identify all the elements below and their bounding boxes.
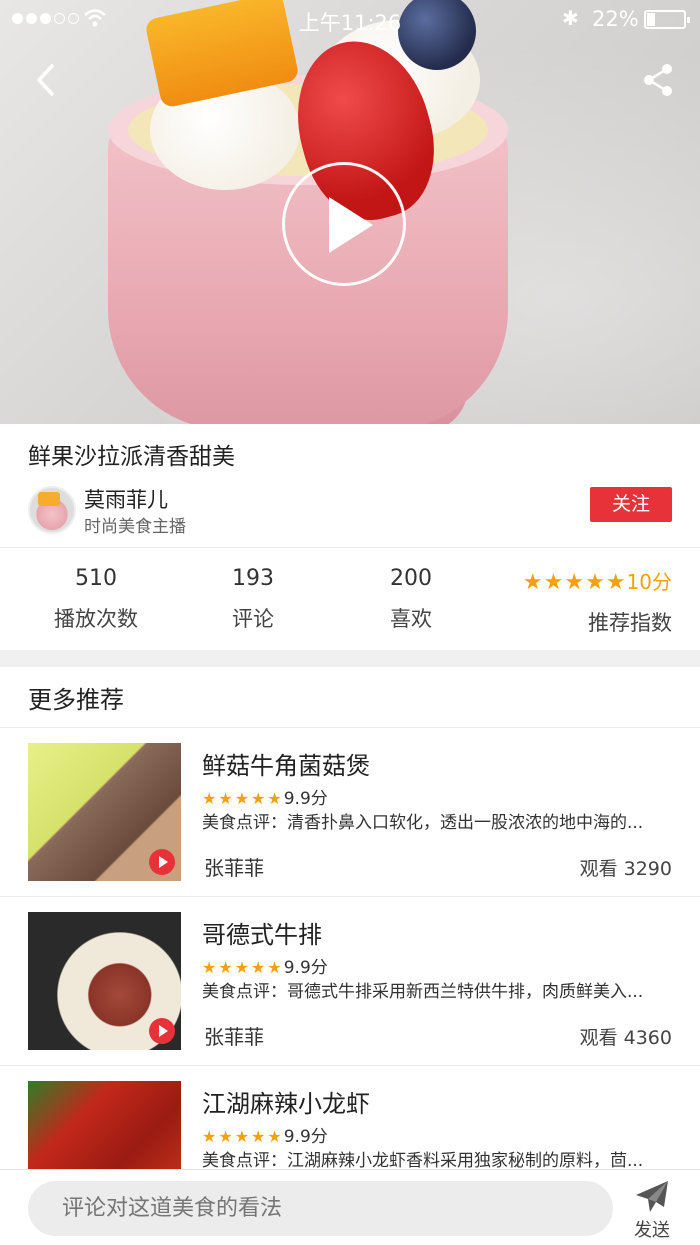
- recipe-rating: ★★★★★9.9分: [202, 958, 328, 978]
- author-name[interactable]: 莫雨菲儿: [84, 484, 168, 514]
- recipe-name: 江湖麻辣小龙虾: [202, 1090, 370, 1118]
- paper-plane-icon: [636, 1181, 668, 1212]
- stat-label: 评论: [232, 607, 274, 631]
- stat-plays: 510 播放次数: [52, 566, 140, 633]
- video-title: 鲜果沙拉派清香甜美: [28, 444, 235, 470]
- recommend-card[interactable]: 哥德式牛排 ★★★★★9.9分 美食点评：哥德式牛排采用新西兰特供牛排，肉质鲜美…: [0, 897, 700, 1066]
- recipe-desc: 美食点评：江湖麻辣小龙虾香料采用独家秘制的原料，茴...: [202, 1151, 644, 1171]
- avatar[interactable]: [28, 486, 76, 534]
- recipe-views: 观看 4360: [579, 1027, 672, 1049]
- rating-stars-icon: ★★★★★: [202, 1127, 284, 1146]
- stat-likes[interactable]: 200 喜欢: [380, 566, 442, 633]
- stat-label: 播放次数: [54, 607, 138, 631]
- recipe-views: 观看 3290: [579, 858, 672, 880]
- play-icon: [149, 1018, 175, 1044]
- rating-stars-icon: ★★★★★: [202, 958, 284, 977]
- recipe-rating: ★★★★★9.9分: [202, 1127, 328, 1147]
- recommend-card[interactable]: 鲜菇牛角菌菇煲 ★★★★★9.9分 美食点评：清香扑鼻入口软化，透出一股浓浓的地…: [0, 728, 700, 897]
- recommend-score: 10分: [626, 570, 672, 594]
- recipe-author: 张菲菲: [204, 1025, 264, 1049]
- follow-button[interactable]: 关注: [590, 487, 672, 522]
- rating-stars-icon: ★★★★★: [202, 789, 284, 808]
- bluetooth-icon: ✱: [562, 6, 579, 30]
- recipe-name: 鲜菇牛角菌菇煲: [202, 752, 370, 780]
- video-player[interactable]: [0, 0, 700, 424]
- stat-label: 推荐指数: [588, 611, 672, 635]
- send-label: 发送: [634, 1220, 670, 1241]
- rating-stars-icon: ★★★★★: [522, 570, 627, 595]
- status-bar: 上午11:26 ✱ 22%: [0, 0, 700, 38]
- play-icon: [149, 849, 175, 875]
- stat-value: 510: [75, 566, 117, 591]
- back-icon[interactable]: [32, 62, 62, 98]
- battery-percent: 22%: [592, 7, 639, 31]
- recipe-thumbnail[interactable]: [28, 912, 181, 1050]
- author-role: 时尚美食主播: [84, 517, 186, 537]
- comment-input[interactable]: [28, 1181, 613, 1236]
- recipe-rating: ★★★★★9.9分: [202, 789, 328, 809]
- recipe-author: 张菲菲: [204, 856, 264, 880]
- section-gap: [0, 650, 700, 667]
- play-button[interactable]: [282, 162, 406, 286]
- divider: [0, 547, 700, 548]
- recipe-name: 哥德式牛排: [202, 921, 322, 949]
- stat-value: 193: [232, 566, 274, 591]
- recipe-thumbnail[interactable]: [28, 743, 181, 881]
- section-title: 更多推荐: [28, 686, 124, 714]
- comment-bar: 发送: [0, 1169, 700, 1245]
- send-button[interactable]: 发送: [628, 1178, 676, 1242]
- battery-icon: [644, 10, 690, 29]
- stat-label: 喜欢: [390, 607, 432, 631]
- recipe-desc: 美食点评：清香扑鼻入口软化，透出一股浓浓的地中海的...: [202, 813, 644, 833]
- recipe-desc: 美食点评：哥德式牛排采用新西兰特供牛排，肉质鲜美入...: [202, 982, 644, 1002]
- share-icon[interactable]: [640, 62, 676, 98]
- stat-comments[interactable]: 193 评论: [222, 566, 284, 633]
- stat-value: 200: [390, 566, 432, 591]
- stat-recommend: ★★★★★10分 推荐指数: [506, 566, 672, 637]
